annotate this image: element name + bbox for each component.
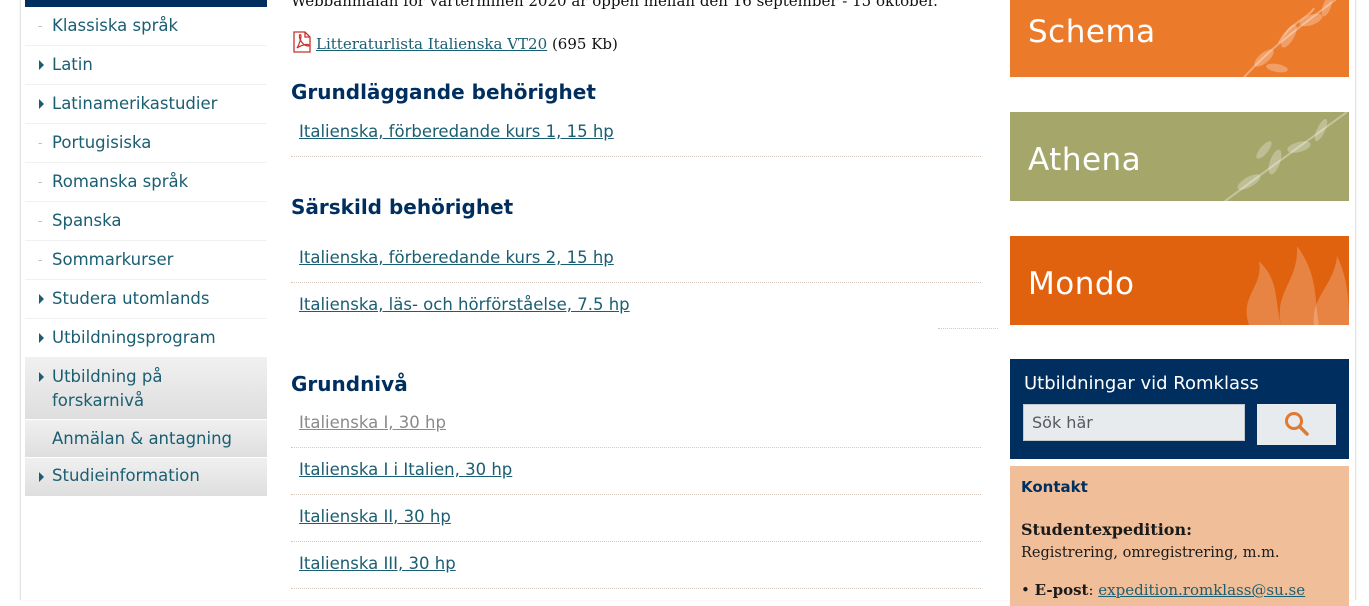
chevron-right-icon — [39, 294, 44, 304]
course-link[interactable]: Italienska, förberedande kurs 2, 15 hp — [299, 248, 614, 267]
nav-item-label: Portugisiska — [52, 133, 152, 152]
course-row: Italienska, läs- och hörförståelse, 7.5 … — [291, 283, 981, 329]
nav-item-label: Spanska — [52, 211, 122, 230]
course-link[interactable]: Italienska I i Italien, 30 hp — [299, 460, 512, 479]
banner-label: Athena — [1028, 142, 1142, 178]
nav-top-bar — [25, 0, 267, 7]
email-link[interactable]: expedition.romklass@su.se — [1098, 581, 1305, 599]
nav-item-label: Anmälan & antagning — [52, 429, 233, 448]
dash-marker: - — [38, 19, 43, 33]
chevron-right-icon — [39, 472, 44, 482]
course-row: Italienska, förberedande kurs 2, 15 hp — [291, 236, 981, 283]
nav-item-utbildning-pa-forskarniva[interactable]: Utbildning på forskarnivå — [25, 358, 267, 420]
nav-item-label: Latinamerikastudier — [52, 94, 218, 113]
pdf-icon — [293, 31, 311, 53]
section-heading-sarskild: Särskild behörighet — [291, 195, 514, 219]
banner-label: Schema — [1028, 14, 1156, 50]
contact-box: Kontakt Studentexpedition: Registrering,… — [1010, 466, 1349, 606]
chevron-right-icon — [39, 372, 44, 382]
search-input[interactable] — [1023, 404, 1245, 441]
nav-item-label: Klassiska språk — [52, 16, 179, 35]
course-link[interactable]: Italienska I, 30 hp — [299, 413, 446, 432]
pdf-attachment: Litteraturlista Italienska VT20 (695 Kb) — [291, 31, 618, 53]
contact-email-line: • E-post: expedition.romklass@su.se — [1021, 581, 1305, 599]
chevron-right-icon — [39, 60, 44, 70]
search-box-title: Utbildningar vid Romklass — [1024, 373, 1259, 394]
program-search-box: Utbildningar vid Romklass — [1010, 359, 1349, 459]
dash-marker: - — [38, 253, 43, 267]
nav-item-klassiska-sprak[interactable]: - Klassiska språk — [25, 7, 267, 46]
search-button[interactable] — [1257, 404, 1336, 445]
mondo-banner[interactable]: Mondo — [1010, 236, 1349, 325]
nav-item-anmalan-antagning[interactable]: Anmälan & antagning — [25, 420, 267, 458]
dash-marker: - — [38, 175, 43, 189]
contact-heading: Kontakt — [1021, 478, 1088, 496]
flame-icon — [1246, 246, 1349, 325]
course-link[interactable]: Italienska, läs- och hörförståelse, 7.5 … — [299, 295, 630, 314]
course-link[interactable]: Italienska II, 30 hp — [299, 507, 451, 526]
nav-item-label: Sommarkurser — [52, 250, 174, 269]
course-row: Italienska I, 30 hp — [291, 401, 981, 448]
chevron-right-icon — [39, 333, 44, 343]
nav-item-studieinformation[interactable]: Studieinformation — [25, 458, 267, 497]
course-link[interactable]: Italienska III, 30 hp — [299, 554, 456, 573]
nav-item-label: Studieinformation — [52, 466, 200, 485]
course-row: Italienska, förberedande kurs 1, 15 hp — [291, 110, 981, 157]
course-link[interactable]: Italienska, förberedande kurs 1, 15 hp — [299, 122, 614, 141]
course-row: Italienska III, 30 hp — [291, 542, 981, 589]
nav-item-label: Utbildningsprogram — [52, 328, 216, 347]
divider — [938, 328, 998, 329]
course-row: Italienska II, 30 hp — [291, 495, 981, 542]
email-colon: : — [1088, 581, 1099, 599]
schema-banner[interactable]: Schema — [1010, 0, 1349, 77]
search-icon — [1285, 412, 1309, 436]
dash-marker: - — [38, 214, 43, 228]
dash-marker: - — [38, 136, 43, 150]
course-row: Italienska I i Italien, 30 hp — [291, 448, 981, 495]
nav-item-utbildningsprogram[interactable]: Utbildningsprogram — [25, 319, 267, 358]
nav-item-portugisiska[interactable]: - Portugisiska — [25, 124, 267, 163]
chevron-right-icon — [39, 99, 44, 109]
nav-item-studera-utomlands[interactable]: Studera utomlands — [25, 280, 267, 319]
nav-item-label: Romanska språk — [52, 172, 189, 191]
pdf-link[interactable]: Litteraturlista Italienska VT20 — [316, 35, 547, 53]
nav-item-label-line1: Utbildning på — [52, 367, 163, 386]
nav-item-latin[interactable]: Latin — [25, 46, 267, 85]
section-heading-grundlaggande: Grundläggande behörighet — [291, 80, 596, 104]
nav-item-sommarkurser[interactable]: - Sommarkurser — [25, 241, 267, 280]
olive-branch-icon — [1223, 112, 1348, 201]
nav-item-latinamerikastudier[interactable]: Latinamerikastudier — [25, 85, 267, 124]
athena-banner[interactable]: Athena — [1010, 112, 1349, 201]
olive-branch-icon — [1242, 0, 1337, 77]
email-label: E-post — [1034, 581, 1089, 599]
nav-item-label: Latin — [52, 55, 93, 74]
nav-item-spanska[interactable]: - Spanska — [25, 202, 267, 241]
intro-text: Webbanmälan för vårterminen 2020 är öppe… — [291, 0, 938, 10]
nav-item-romanska-sprak[interactable]: - Romanska språk — [25, 163, 267, 202]
bullet: • — [1021, 581, 1030, 599]
banner-label: Mondo — [1028, 266, 1135, 302]
nav-item-label: Studera utomlands — [52, 289, 210, 308]
contact-subheading: Studentexpedition: — [1021, 520, 1192, 539]
nav-item-label-line2: forskarnivå — [52, 391, 145, 410]
left-navigation: - Klassiska språk Latin Latinamerikastud… — [25, 0, 267, 497]
contact-description: Registrering, omregistrering, m.m. — [1021, 545, 1280, 561]
section-heading-grundniva: Grundnivå — [291, 372, 408, 396]
pdf-size: (695 Kb) — [551, 35, 618, 53]
